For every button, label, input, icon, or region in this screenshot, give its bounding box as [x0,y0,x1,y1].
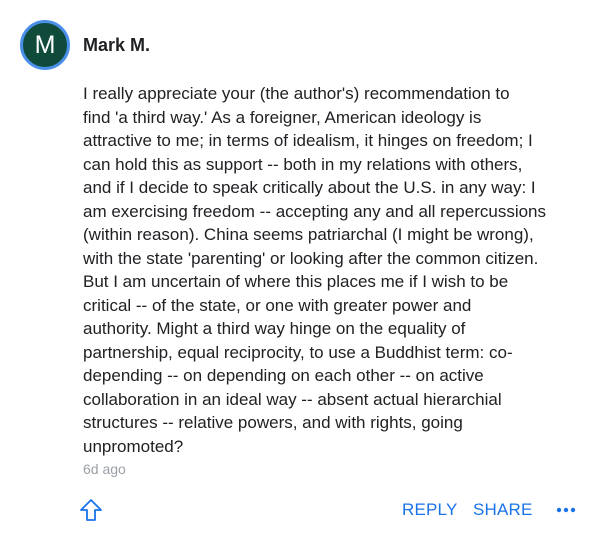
avatar-initial: M [34,30,56,59]
comment-timestamp[interactable]: 6d ago [83,460,126,478]
share-button[interactable]: SHARE [473,500,533,520]
reply-button[interactable]: REPLY [402,500,458,520]
more-options-button[interactable] [555,499,577,521]
upvote-arrow-icon [80,499,102,521]
more-horizontal-icon [556,507,576,513]
author-name[interactable]: Mark M. [83,34,150,56]
comment-body: I really appreciate your (the author's) … [83,84,547,456]
avatar[interactable]: M [20,20,70,70]
comment-card: M Mark M. I really appreciate your (the … [0,0,600,541]
upvote-button[interactable] [79,498,103,522]
